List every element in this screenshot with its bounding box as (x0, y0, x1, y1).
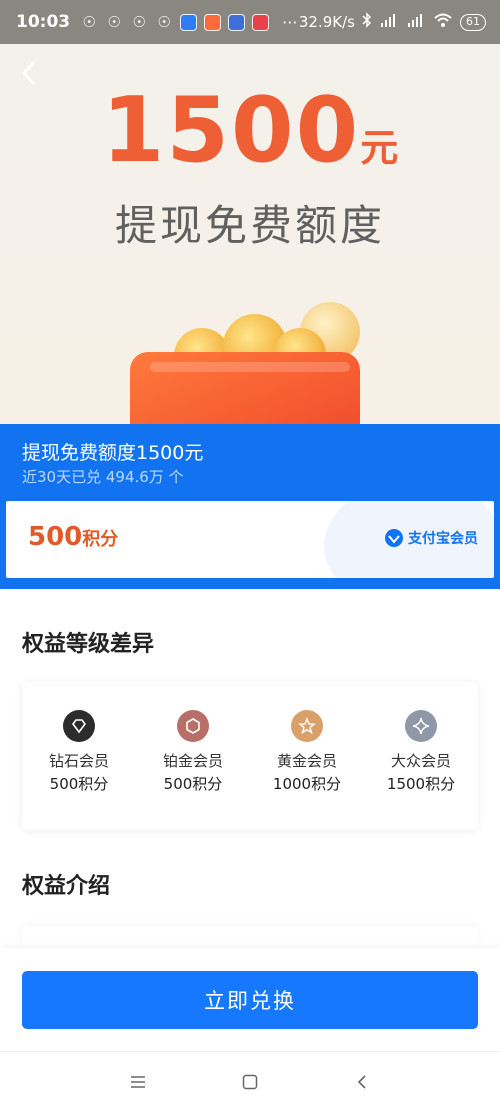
tier-points: 500积分 (49, 775, 109, 793)
silver-sparkle-icon (405, 710, 437, 742)
price-number: 500 (28, 522, 83, 552)
tier-name: 大众会员 (390, 752, 451, 770)
hero-amount-number: 1500 (101, 78, 361, 183)
hero-amount-unit: 元 (360, 126, 399, 170)
notification-icon: ☉ (82, 13, 96, 31)
bottom-action-bar: 立即兑换 (0, 948, 500, 1051)
tier-name: 铂金会员 (162, 752, 223, 770)
status-app-icons: ☉ ☉ ☉ ☉ ··· (80, 13, 297, 32)
tier-platinum: 铂金会员 500积分 (143, 710, 243, 830)
network-speed: 32.9K/s (298, 13, 355, 31)
battery-indicator: 61 (460, 13, 486, 31)
product-band: 提现免费额度1500元 近30天已兑 494.6万 个 500积分 支付宝会员 (0, 424, 500, 589)
price: 500积分 (28, 522, 118, 552)
tier-diamond: 钻石会员 500积分 (29, 710, 129, 830)
price-card: 500积分 支付宝会员 (6, 501, 494, 578)
tiers-card: 钻石会员 500积分 铂金会员 500积分 黄金会员 1000积分 大众会员 1… (22, 682, 478, 830)
wallet-coins-illustration (130, 302, 360, 424)
status-time: 10:03 (16, 12, 71, 32)
more-icon: ··· (282, 12, 298, 32)
tier-name: 钻石会员 (48, 752, 109, 770)
app-icon (204, 13, 222, 31)
notification-icon: ☉ (132, 13, 146, 31)
platinum-hexagon-icon (177, 710, 209, 742)
redeemed-count: 近30天已兑 494.6万 个 (22, 468, 184, 486)
app-icon (252, 13, 270, 31)
intro-section-title: 权益介绍 (22, 874, 111, 899)
notification-icon: ☉ (107, 13, 121, 31)
notification-icon: ☉ (157, 13, 171, 31)
bluetooth-icon (362, 12, 372, 32)
hero-subtitle: 提现免费额度 (114, 201, 385, 250)
hero-amount: 1500元 (0, 78, 500, 183)
tier-points: 1000积分 (272, 775, 342, 793)
home-icon[interactable] (238, 1070, 262, 1094)
wifi-icon (433, 12, 453, 32)
system-nav-bar (0, 1051, 500, 1111)
hd-signal-icon (379, 12, 399, 32)
redeem-now-button[interactable]: 立即兑换 (22, 971, 478, 1029)
status-right: 32.9K/s 61 (299, 12, 486, 32)
tier-section-title: 权益等级差异 (22, 632, 155, 657)
tier-public: 大众会员 1500积分 (371, 710, 471, 830)
diamond-icon (63, 710, 95, 742)
tier-gold: 黄金会员 1000积分 (257, 710, 357, 830)
back-icon[interactable] (350, 1070, 374, 1094)
signal-icon (406, 12, 426, 32)
alipay-member-brand: 支付宝会员 (384, 528, 478, 548)
status-bar: 10:03 ☉ ☉ ☉ ☉ ··· 32.9K/s 61 (0, 0, 500, 44)
tier-points: 1500积分 (386, 775, 456, 793)
app-icon (180, 13, 198, 31)
brand-text: 支付宝会员 (408, 531, 478, 547)
price-unit: 积分 (82, 529, 119, 550)
intro-card (22, 926, 478, 950)
alipay-member-logo-icon (385, 529, 403, 547)
app-icon (228, 13, 246, 31)
product-title: 提现免费额度1500元 (22, 442, 204, 464)
tier-name: 黄金会员 (276, 752, 337, 770)
tier-points: 500积分 (163, 775, 223, 793)
gold-star-icon (291, 710, 323, 742)
hero-banner: 1500元 提现免费额度 (0, 44, 500, 424)
menu-icon[interactable] (126, 1070, 150, 1094)
